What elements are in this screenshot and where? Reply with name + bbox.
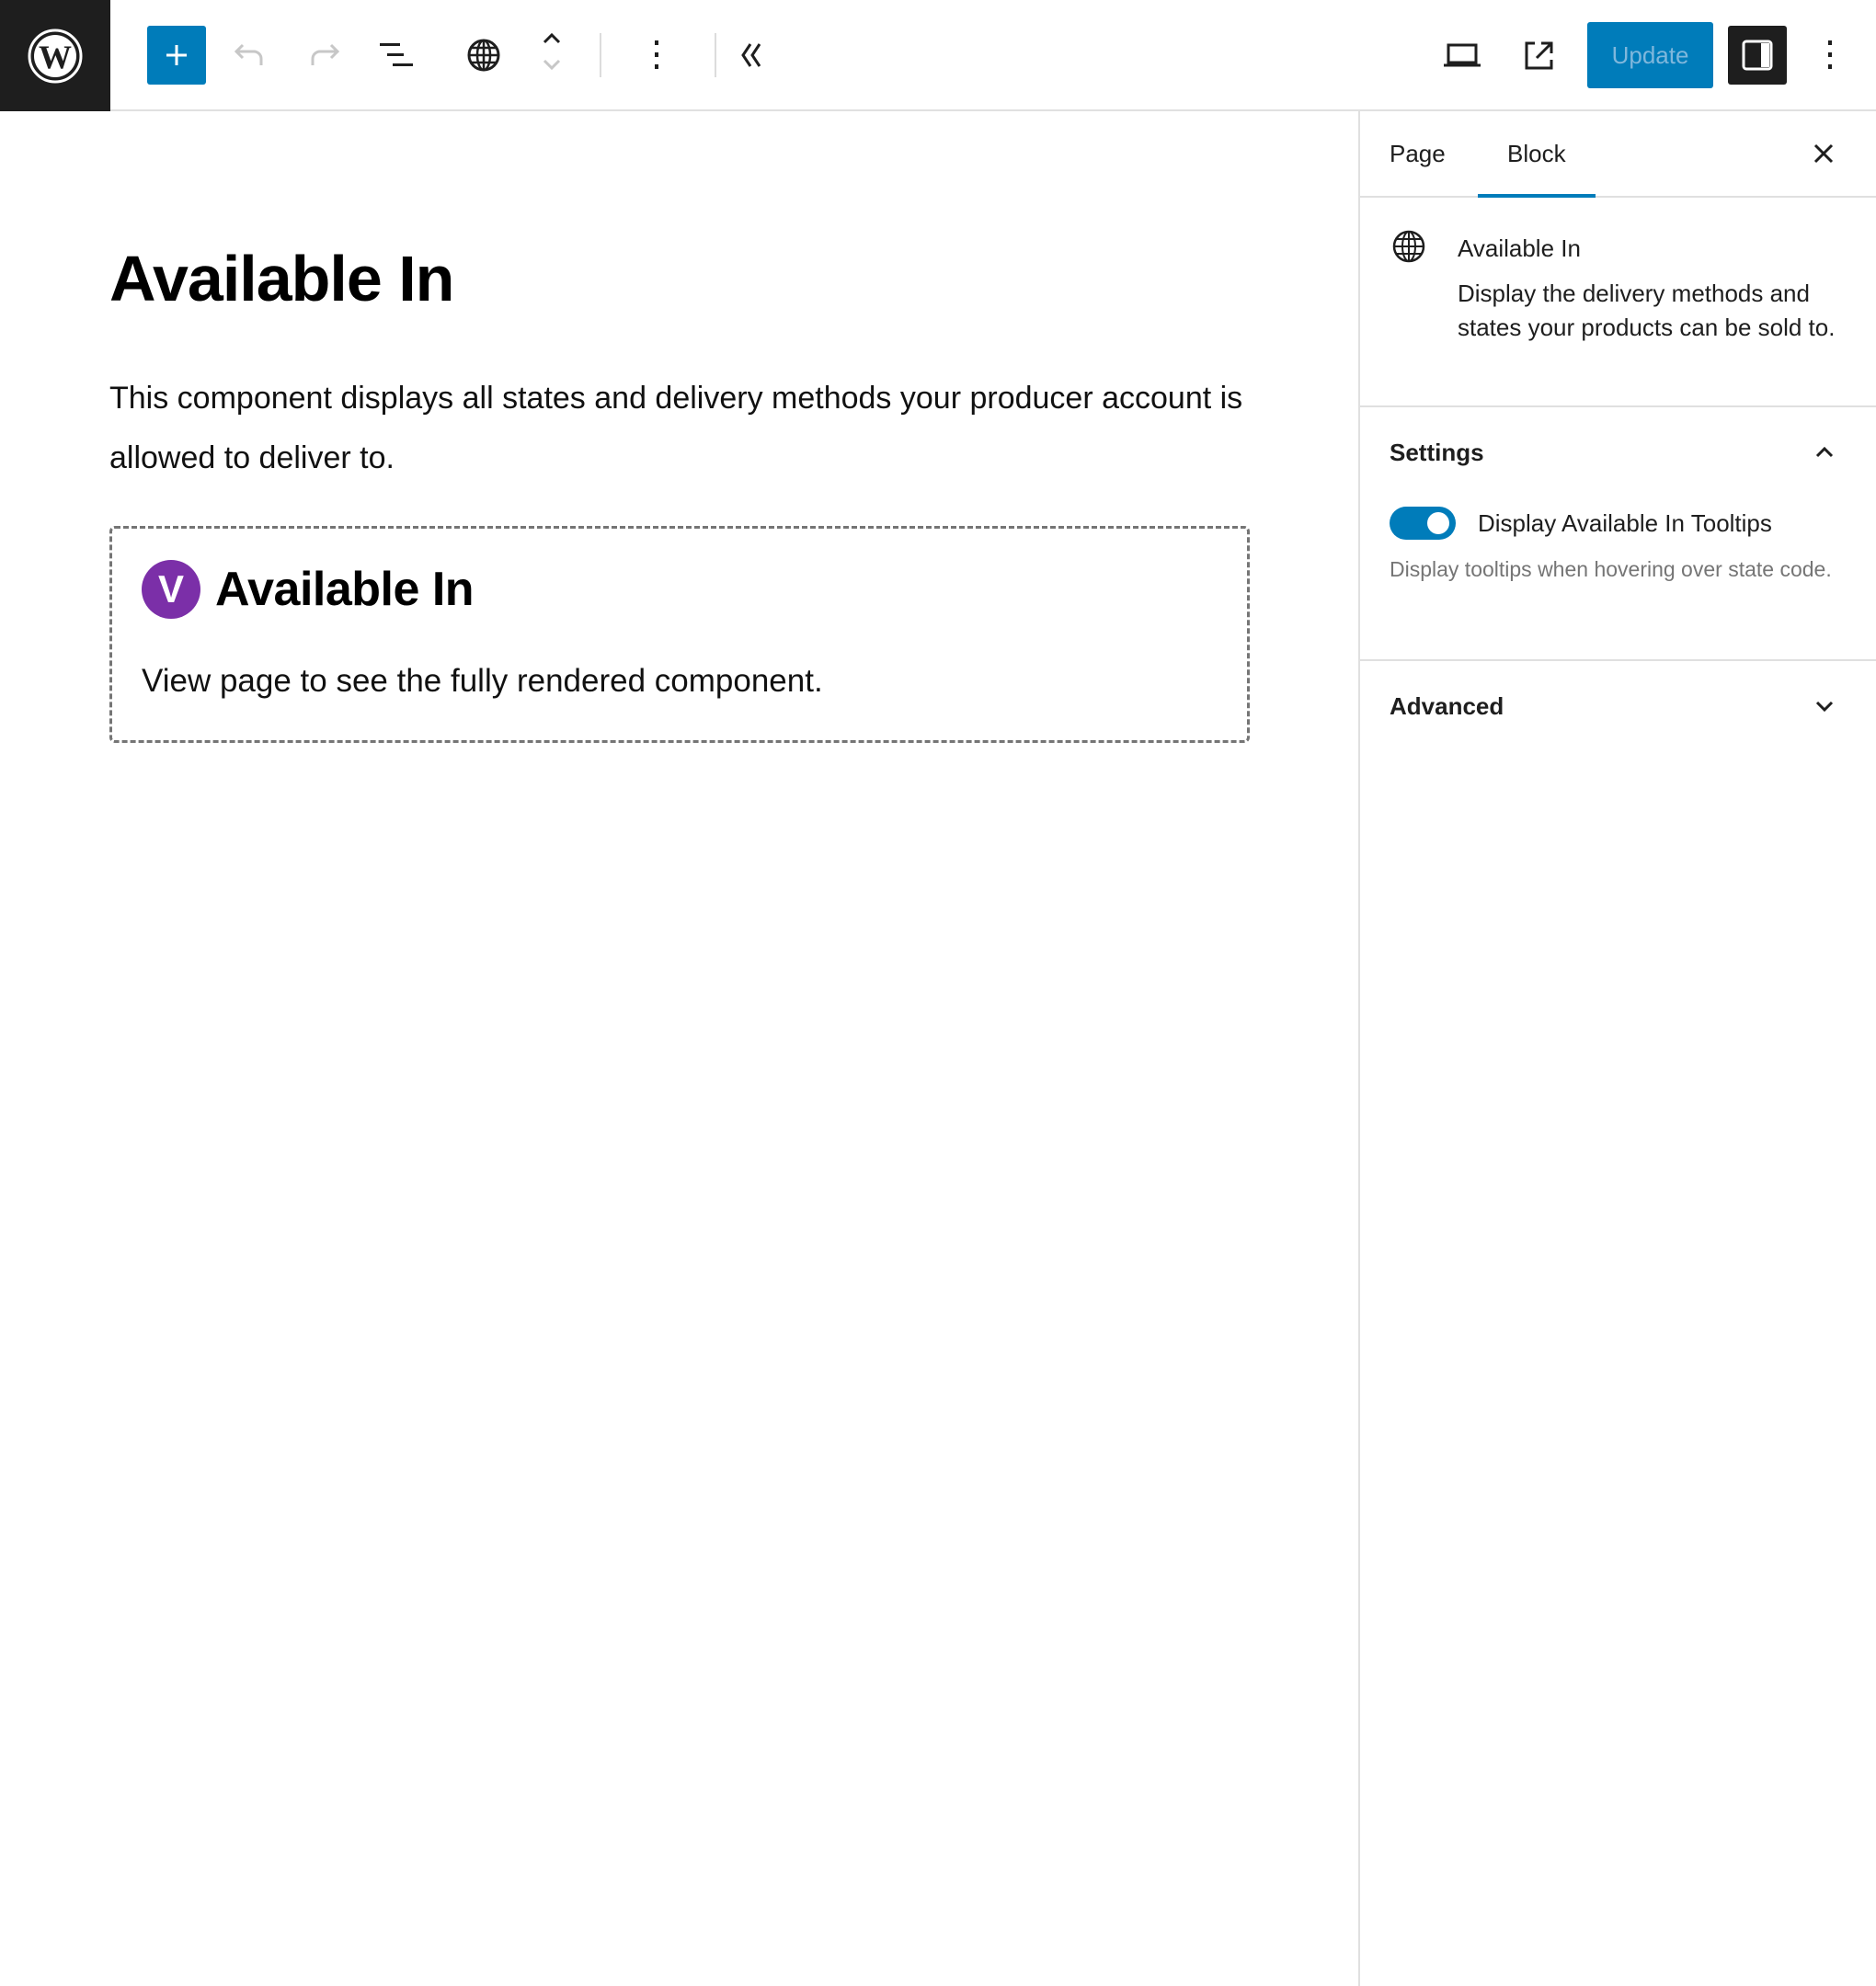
update-button[interactable]: Update [1587, 22, 1713, 88]
sidebar-icon [1742, 40, 1773, 71]
settings-panel: Settings Display Available In Tooltips D… [1360, 407, 1876, 661]
block-mover [537, 24, 566, 79]
advanced-panel: Advanced [1360, 661, 1876, 753]
undo-button[interactable] [221, 26, 280, 85]
collapse-toolbar-button[interactable] [723, 26, 782, 85]
preview-device-button[interactable] [1433, 26, 1492, 85]
plus-icon [166, 45, 187, 65]
tab-page[interactable]: Page [1390, 111, 1446, 196]
toolbar-divider [600, 33, 601, 77]
settings-sidebar: Page Block Available In Display the deli… [1358, 111, 1876, 1986]
list-view-icon [380, 43, 413, 66]
editor-canvas: Available In This component displays all… [0, 111, 1358, 1986]
undo-icon [234, 43, 263, 65]
wordpress-logo-button[interactable]: W [0, 0, 110, 111]
block-preview-header: V Available In [142, 560, 475, 619]
laptop-icon [1444, 43, 1481, 67]
toolbar-divider [715, 33, 716, 77]
view-page-button[interactable] [1510, 26, 1569, 85]
move-up-button[interactable] [537, 26, 566, 51]
settings-sidebar-toggle[interactable] [1728, 26, 1787, 85]
chevron-down-icon [1815, 701, 1834, 713]
tab-block[interactable]: Block [1478, 111, 1596, 198]
globe-icon [467, 39, 500, 72]
toggle-knob [1427, 512, 1449, 534]
block-preview-text: View page to see the fully rendered comp… [142, 663, 823, 699]
chevron-up-icon [543, 32, 561, 44]
display-tooltips-help: Display tooltips when hovering over stat… [1390, 557, 1832, 581]
block-card-icon-wrap [1391, 229, 1426, 268]
display-tooltips-toggle[interactable] [1390, 507, 1456, 540]
more-vertical-icon [655, 40, 658, 69]
settings-panel-title: Settings [1390, 439, 1484, 466]
chevron-down-icon [543, 59, 561, 71]
add-block-button[interactable] [147, 26, 206, 85]
tooltips-toggle-row: Display Available In Tooltips [1390, 507, 1772, 540]
settings-panel-toggle[interactable]: Settings [1360, 407, 1876, 499]
block-card-description: Display the delivery methods and states … [1458, 280, 1836, 341]
advanced-panel-title: Advanced [1390, 692, 1504, 720]
block-card-title: Available In [1458, 234, 1581, 262]
close-sidebar-button[interactable] [1802, 131, 1846, 176]
more-vertical-icon [1828, 40, 1832, 69]
display-tooltips-label[interactable]: Display Available In Tooltips [1478, 509, 1772, 538]
globe-icon [1392, 230, 1425, 263]
brand-logo-icon: V [142, 560, 200, 619]
paragraph-block[interactable]: This component displays all states and d… [109, 369, 1268, 488]
advanced-panel-toggle[interactable]: Advanced [1360, 661, 1876, 753]
close-icon [1813, 143, 1834, 164]
block-card: Available In Display the delivery method… [1360, 198, 1876, 407]
post-title[interactable]: Available In [109, 240, 454, 317]
wordpress-logo-icon: W [28, 29, 83, 83]
sidebar-tabs: Page Block [1360, 111, 1876, 198]
chevron-up-icon [1815, 446, 1834, 458]
svg-text:W: W [39, 39, 72, 75]
available-in-block[interactable]: V Available In View page to see the full… [109, 526, 1250, 743]
chevron-double-left-icon [741, 43, 761, 67]
block-type-button[interactable] [454, 26, 513, 85]
block-preview-title: Available In [215, 563, 475, 616]
redo-icon [311, 43, 340, 65]
external-link-icon [1525, 41, 1553, 70]
redo-button[interactable] [294, 26, 353, 85]
options-menu-button[interactable] [1801, 26, 1859, 85]
list-view-button[interactable] [368, 26, 427, 85]
block-options-button[interactable] [627, 26, 686, 85]
editor-header: W Update [0, 0, 1876, 111]
move-down-button[interactable] [537, 51, 566, 77]
